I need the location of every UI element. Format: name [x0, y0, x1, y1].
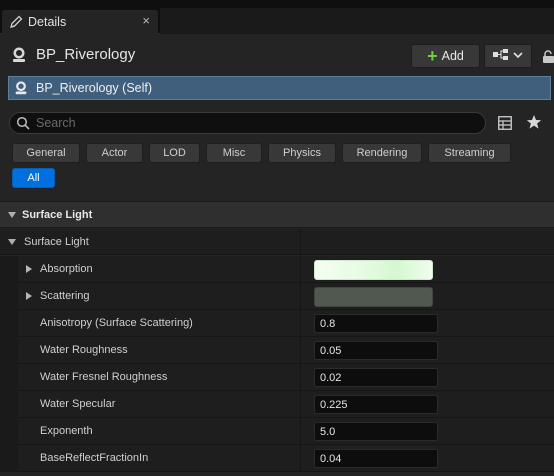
property-name: Scattering	[40, 290, 90, 302]
search-icon	[16, 116, 30, 130]
favorite-star-icon[interactable]	[526, 114, 542, 130]
column-divider	[300, 310, 301, 337]
property-name: Water Fresnel Roughness	[40, 371, 168, 383]
blueprint-options-button[interactable]	[484, 44, 532, 68]
plus-icon: +	[427, 46, 438, 66]
actor-header: BP_Riverology + Add	[0, 42, 554, 70]
filter-all[interactable]: All	[12, 168, 55, 188]
color-swatch-scattering[interactable]	[314, 287, 433, 307]
tab-strip: Details ×	[0, 0, 554, 34]
search-row: Search	[0, 112, 554, 136]
property-value-field[interactable]: 0.04	[314, 449, 438, 468]
property-value-field[interactable]: 0.05	[314, 341, 438, 360]
section-title: Surface Light	[22, 208, 93, 221]
filter-lod[interactable]: LOD	[149, 143, 200, 163]
close-icon[interactable]: ×	[142, 14, 150, 28]
property-value-field[interactable]: 0.02	[314, 368, 438, 387]
search-placeholder: Search	[36, 116, 76, 130]
details-panel: BP_Riverology + Add BP_Riverology (Self)	[0, 34, 554, 476]
color-swatch-absorption[interactable]	[314, 260, 433, 280]
column-divider	[300, 391, 301, 418]
filter-rendering[interactable]: Rendering	[342, 143, 422, 163]
chevron-down-icon	[513, 50, 523, 62]
property-row-water-roughness: Water Roughness 0.05	[0, 337, 554, 364]
category-title: Surface Light	[24, 235, 89, 248]
property-row-absorption: Absorption	[0, 256, 554, 283]
lock-icon[interactable]	[542, 50, 554, 64]
property-name: BaseReflectFractionIn	[40, 452, 149, 464]
expand-arrow-icon[interactable]	[26, 265, 32, 273]
property-value-field[interactable]: 5.0	[314, 422, 438, 441]
property-row-anisotropy: Anisotropy (Surface Scattering) 0.8	[0, 310, 554, 337]
column-divider	[300, 445, 301, 472]
tab-strip-empty	[160, 8, 554, 34]
property-name: Anisotropy (Surface Scattering)	[40, 317, 193, 329]
actor-icon	[13, 80, 29, 96]
property-name: Absorption	[40, 263, 93, 275]
filter-general[interactable]: General	[12, 143, 80, 163]
pencil-icon	[6, 12, 26, 32]
filter-physics[interactable]: Physics	[268, 143, 336, 163]
expand-arrow-icon[interactable]	[26, 292, 32, 300]
filter-actor[interactable]: Actor	[86, 143, 143, 163]
property-row-exponenth: Exponenth 5.0	[0, 418, 554, 445]
column-divider	[300, 337, 301, 364]
hierarchy-icon	[493, 48, 509, 64]
property-row-scattering: Scattering	[0, 283, 554, 310]
property-row-base-reflect-fraction: BaseReflectFractionIn 0.04	[0, 445, 554, 472]
actor-icon	[10, 46, 28, 64]
filter-misc[interactable]: Misc	[206, 143, 262, 163]
property-name: Exponenth	[40, 425, 93, 437]
property-value-field[interactable]: 0.8	[314, 314, 438, 333]
column-divider	[300, 256, 301, 283]
column-divider	[300, 418, 301, 445]
add-button-label: Add	[441, 49, 464, 63]
add-component-button[interactable]: + Add	[411, 44, 480, 68]
caret-down-icon	[8, 211, 16, 218]
tab-details[interactable]: Details ×	[2, 10, 158, 34]
column-divider	[300, 283, 301, 310]
property-value-field[interactable]: 0.225	[314, 395, 438, 414]
search-input[interactable]: Search	[9, 112, 486, 134]
grid-view-icon[interactable]	[498, 116, 512, 130]
caret-down-icon	[8, 238, 16, 245]
column-divider	[300, 229, 301, 255]
component-self-row[interactable]: BP_Riverology (Self)	[8, 76, 551, 100]
property-row-water-fresnel-roughness: Water Fresnel Roughness 0.02	[0, 364, 554, 391]
column-divider	[300, 364, 301, 391]
property-row-water-specular: Water Specular 0.225	[0, 391, 554, 418]
property-name: Water Specular	[40, 398, 116, 410]
property-name: Water Roughness	[40, 344, 128, 356]
section-surface-light[interactable]: Surface Light	[0, 201, 554, 228]
actor-name: BP_Riverology	[36, 46, 136, 63]
category-surface-light[interactable]: Surface Light	[0, 229, 554, 255]
component-self-label: BP_Riverology (Self)	[36, 81, 153, 95]
filter-streaming[interactable]: Streaming	[428, 143, 511, 163]
tab-label: Details	[28, 15, 67, 29]
